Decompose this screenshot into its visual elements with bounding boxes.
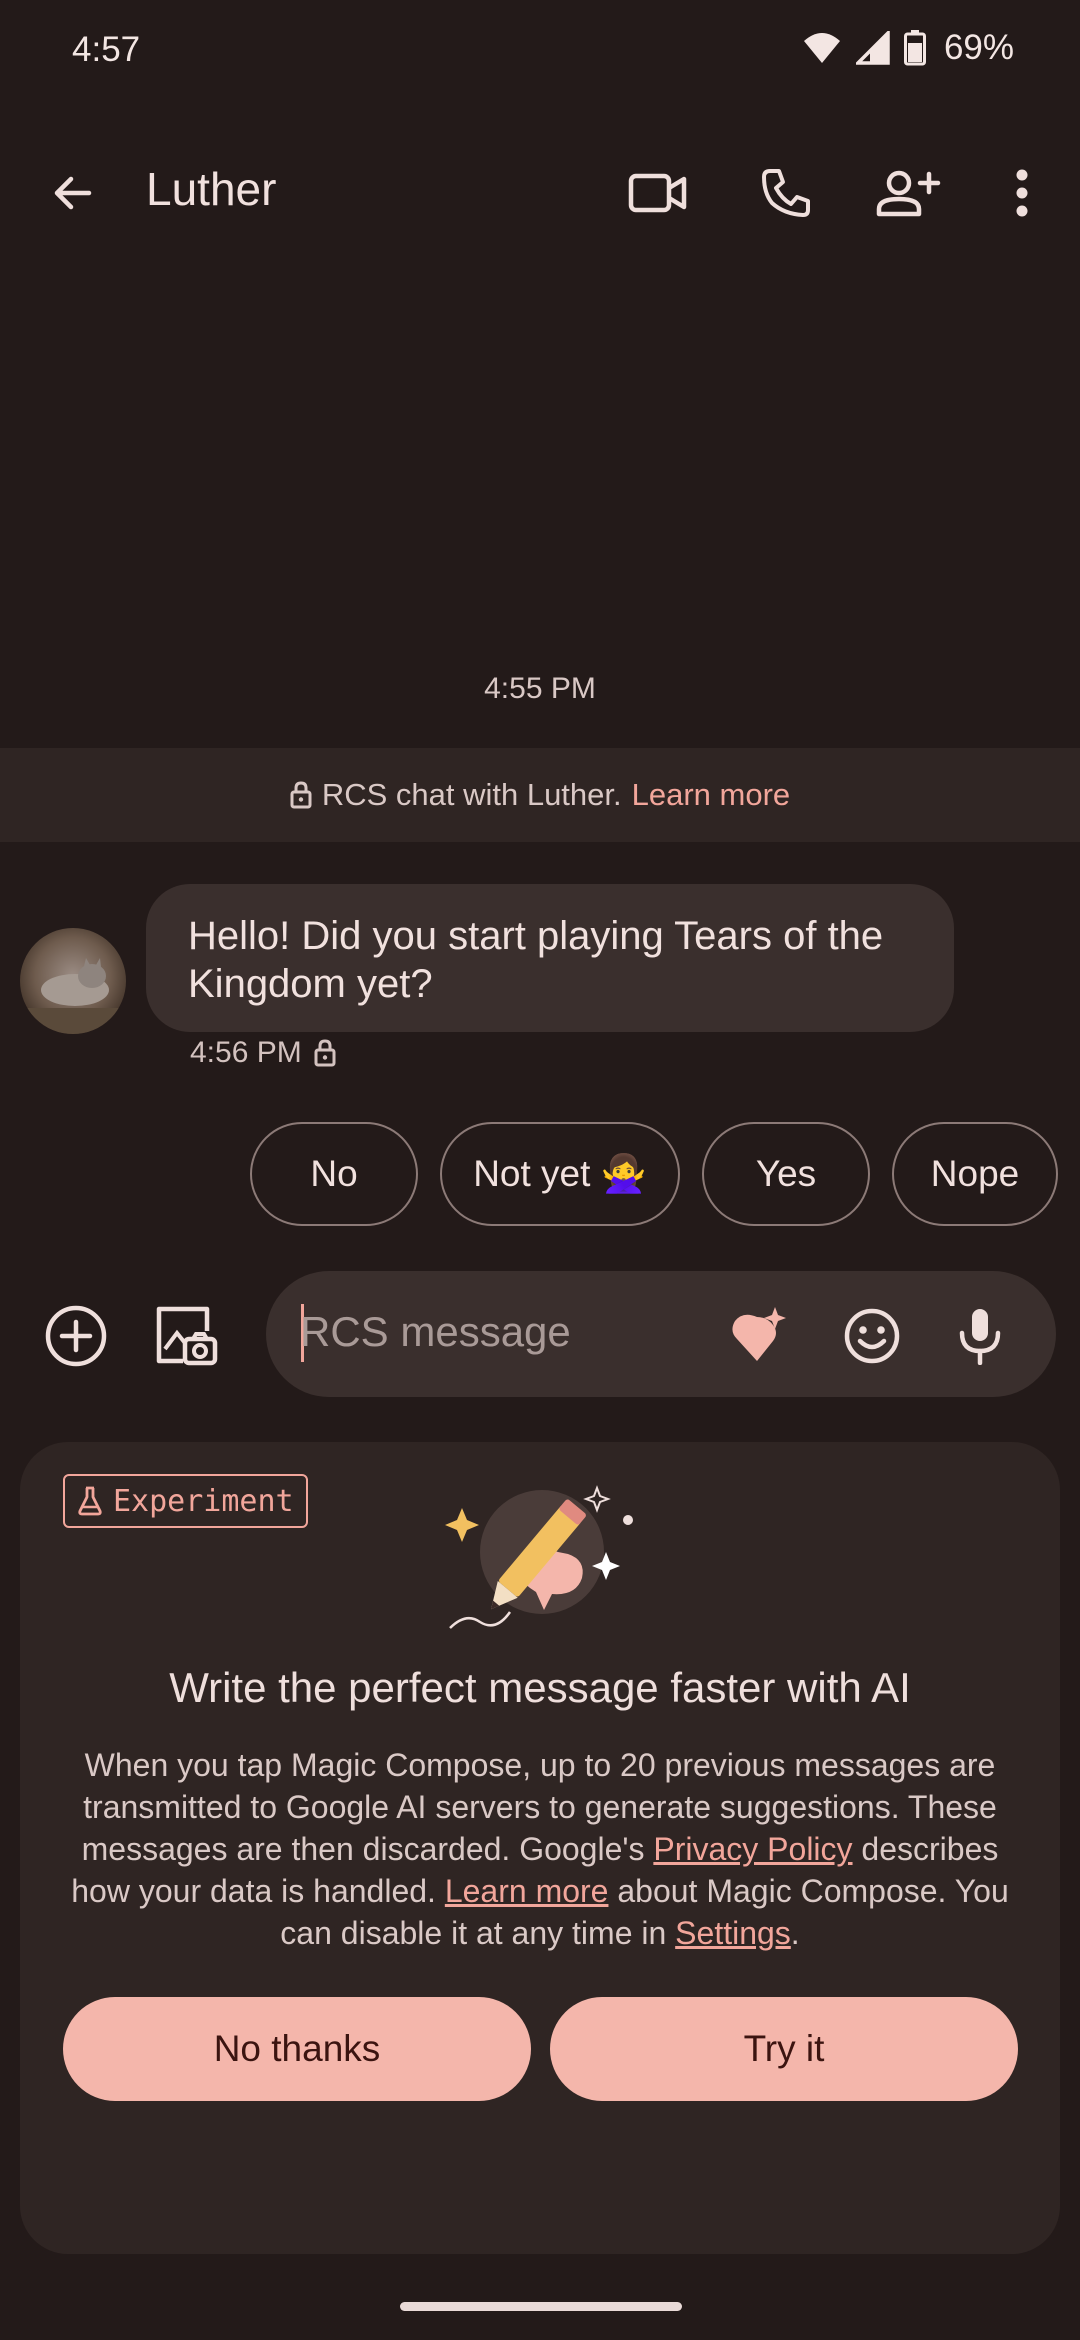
smart-reply-nope[interactable]: Nope: [892, 1122, 1058, 1226]
video-call-icon: [628, 171, 688, 215]
back-arrow-icon: [49, 169, 97, 217]
voice-input-button[interactable]: [942, 1298, 1018, 1374]
try-it-button[interactable]: Try it: [550, 1997, 1018, 2101]
add-person-button[interactable]: [872, 157, 944, 229]
smart-reply-no[interactable]: No: [250, 1122, 418, 1226]
description-text-part: .: [790, 1915, 800, 1951]
emoji-button[interactable]: [834, 1298, 910, 1374]
contact-avatar[interactable]: [20, 928, 126, 1034]
experiment-badge-label: Experiment: [113, 1483, 294, 1519]
message-meta: 4:56 PM: [190, 1036, 336, 1070]
experiment-badge: Experiment: [63, 1474, 308, 1528]
gallery-camera-button[interactable]: [148, 1298, 224, 1374]
phone-call-button[interactable]: [750, 157, 822, 229]
add-attachment-button[interactable]: [38, 1298, 114, 1374]
conversation-timestamp: 4:55 PM: [484, 672, 596, 705]
rcs-banner: RCS chat with Luther. Learn more: [0, 748, 1080, 842]
add-person-icon: [875, 168, 941, 218]
status-time: 4:57: [72, 30, 141, 69]
more-options-button[interactable]: [986, 157, 1058, 229]
magic-compose-description: When you tap Magic Compose, up to 20 pre…: [64, 1744, 1016, 1954]
gallery-camera-icon: [153, 1303, 219, 1369]
more-vert-icon: [1014, 169, 1030, 217]
wifi-icon: [802, 31, 842, 65]
smart-reply-yes[interactable]: Yes: [702, 1122, 870, 1226]
learn-more-link[interactable]: Learn more: [445, 1873, 609, 1909]
battery-percentage: 69%: [943, 28, 1014, 67]
magic-compose-title: Write the perfect message faster with AI: [169, 1664, 911, 1711]
settings-link[interactable]: Settings: [675, 1915, 791, 1951]
magic-compose-icon: [727, 1305, 789, 1367]
privacy-policy-link[interactable]: Privacy Policy: [653, 1831, 852, 1867]
rcs-banner-text: RCS chat with Luther.: [321, 777, 622, 812]
contact-name[interactable]: Luther: [146, 162, 276, 216]
status-icons: 69%: [802, 28, 1014, 68]
incoming-message-bubble[interactable]: Hello! Did you start playing Tears of th…: [146, 884, 954, 1032]
home-indicator[interactable]: [400, 2302, 682, 2311]
phone-icon: [760, 167, 812, 219]
message-time: 4:56 PM: [190, 1036, 302, 1069]
smart-reply-not-yet[interactable]: Not yet 🙅‍♀️: [440, 1122, 680, 1226]
battery-icon: [903, 30, 926, 66]
microphone-icon: [958, 1307, 1002, 1365]
emoji-icon: [843, 1307, 901, 1365]
message-text: Hello! Did you start playing Tears of th…: [188, 914, 884, 1006]
rcs-learn-more-link[interactable]: Learn more: [632, 777, 791, 813]
flask-icon: [77, 1486, 103, 1516]
message-input-placeholder[interactable]: RCS message: [300, 1308, 571, 1356]
add-circle-icon: [44, 1304, 108, 1368]
magic-compose-illustration: [440, 1480, 650, 1655]
video-call-button[interactable]: [622, 157, 694, 229]
back-button[interactable]: [40, 160, 106, 226]
no-thanks-button[interactable]: No thanks: [63, 1997, 531, 2101]
magic-compose-button[interactable]: [720, 1298, 796, 1374]
signal-icon: [855, 31, 890, 65]
encryption-lock-icon: [314, 1039, 336, 1067]
lock-icon: [290, 781, 312, 809]
